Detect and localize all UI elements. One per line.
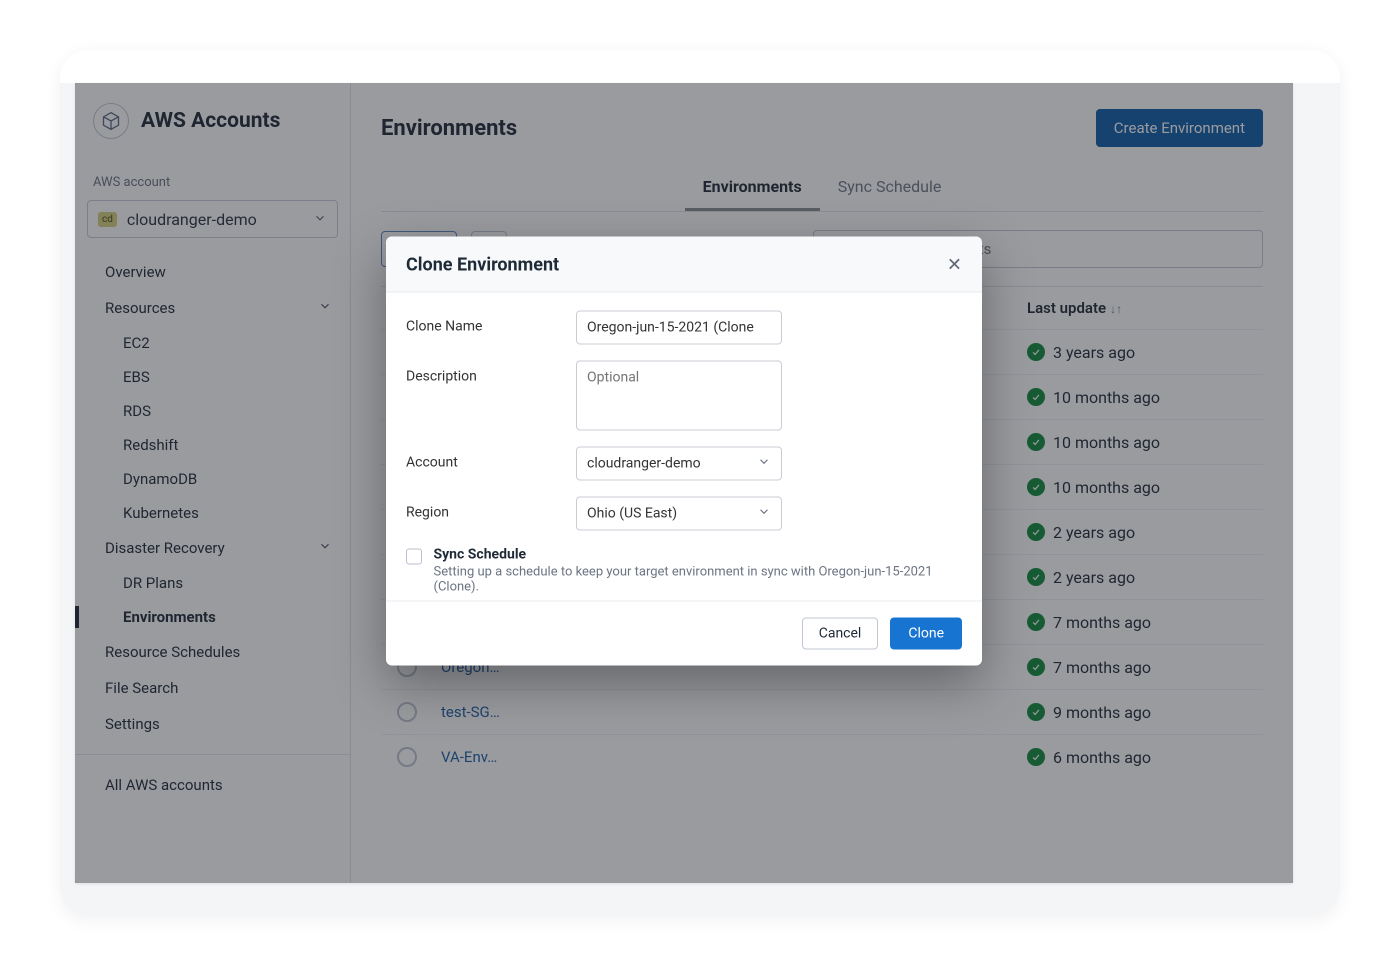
modal-close-button[interactable]: ✕ [947, 255, 962, 276]
label-clone-name: Clone Name [406, 311, 576, 335]
clone-name-input[interactable] [576, 311, 782, 345]
chevron-down-icon [757, 505, 771, 523]
chevron-down-icon [757, 455, 771, 473]
modal-title: Clone Environment [406, 255, 559, 276]
label-account: Account [406, 447, 576, 471]
sync-title: Sync Schedule [434, 547, 963, 563]
sync-description: Setting up a schedule to keep your targe… [434, 565, 963, 595]
clone-environment-modal: Clone Environment ✕ Clone Name Descripti… [386, 237, 982, 666]
clone-confirm-button[interactable]: Clone [890, 618, 962, 650]
region-select[interactable]: Ohio (US East) [576, 497, 782, 531]
close-icon: ✕ [947, 255, 962, 276]
cancel-button[interactable]: Cancel [802, 618, 879, 650]
label-description: Description [406, 361, 576, 385]
description-input[interactable] [576, 361, 782, 431]
account-select[interactable]: cloudranger-demo [576, 447, 782, 481]
label-region: Region [406, 497, 576, 521]
sync-schedule-checkbox[interactable] [406, 549, 422, 565]
